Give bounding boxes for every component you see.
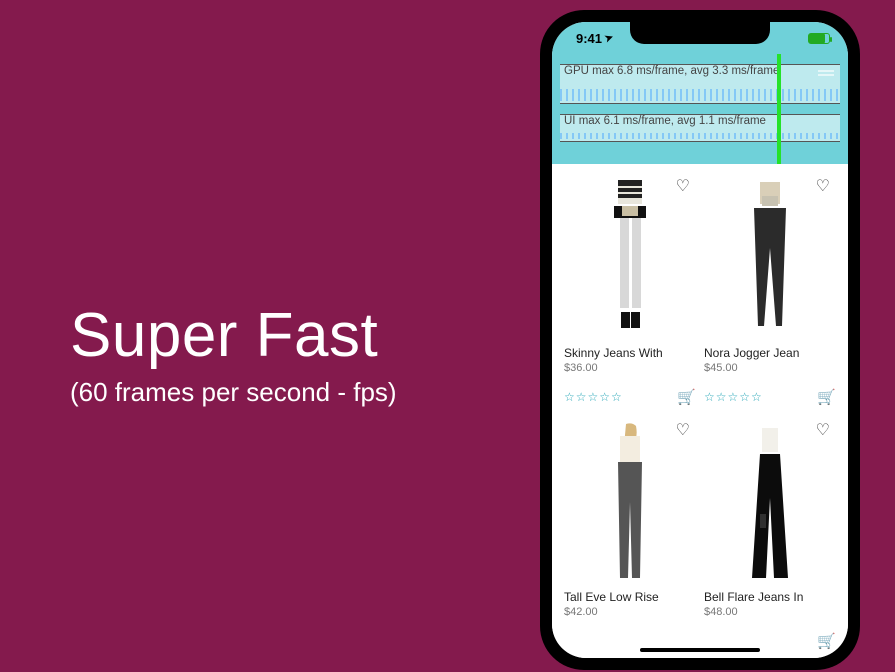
product-card[interactable]: ♡ Skinny Jeans With $36 xyxy=(560,170,700,414)
product-image[interactable]: ♡ xyxy=(704,174,836,342)
rating-stars[interactable]: ☆☆☆☆☆ xyxy=(564,390,623,404)
home-indicator xyxy=(640,648,760,652)
heart-icon[interactable]: ♡ xyxy=(676,176,690,196)
product-card[interactable]: ♡ Bell Flare Jeans In $48.00 🛒 xyxy=(700,414,840,658)
product-illustration xyxy=(592,422,668,582)
slide-subtitle: (60 frames per second - fps) xyxy=(70,377,397,408)
location-icon: ➤ xyxy=(603,31,615,44)
ui-stats-label: UI max 6.1 ms/frame, avg 1.1 ms/frame xyxy=(564,115,766,127)
heart-icon[interactable]: ♡ xyxy=(676,420,690,440)
product-title: Nora Jogger Jean xyxy=(704,346,836,360)
phone-notch xyxy=(630,22,770,44)
product-title: Skinny Jeans With xyxy=(564,346,696,360)
gpu-frame-row: GPU max 6.8 ms/frame, avg 3.3 ms/frame xyxy=(560,64,840,104)
phone-screen: 9:41 ➤ GPU max 6.8 ms/frame, avg 3.3 ms/… xyxy=(552,22,848,658)
add-to-cart-icon[interactable]: 🛒 xyxy=(677,388,696,406)
product-image[interactable]: ♡ xyxy=(564,174,696,342)
phone-frame: 9:41 ➤ GPU max 6.8 ms/frame, avg 3.3 ms/… xyxy=(540,10,860,670)
product-illustration xyxy=(592,178,668,338)
gpu-sparkline xyxy=(560,89,840,101)
heart-icon[interactable]: ♡ xyxy=(816,176,830,196)
ui-frame-row: UI max 6.1 ms/frame, avg 1.1 ms/frame xyxy=(560,114,840,142)
product-price: $48.00 xyxy=(704,606,836,618)
product-illustration xyxy=(732,422,808,582)
product-grid[interactable]: ♡ Skinny Jeans With $36 xyxy=(552,164,848,658)
slide-heading: Super Fast (60 frames per second - fps) xyxy=(70,300,397,408)
product-card[interactable]: ♡ Nora Jogger Jean $45.00 ☆☆☆☆☆ 🛒 xyxy=(700,170,840,414)
drag-handle-icon[interactable] xyxy=(818,68,834,78)
product-card[interactable]: ♡ Tall Eve Low Rise $42.00 xyxy=(560,414,700,658)
slide-title: Super Fast xyxy=(70,300,397,371)
product-image[interactable]: ♡ xyxy=(704,418,836,586)
product-title: Bell Flare Jeans In xyxy=(704,590,836,604)
product-image[interactable]: ♡ xyxy=(564,418,696,586)
rating-stars[interactable]: ☆☆☆☆☆ xyxy=(704,390,763,404)
status-time: 9:41 xyxy=(576,31,602,46)
heart-icon[interactable]: ♡ xyxy=(816,420,830,440)
product-price: $42.00 xyxy=(564,606,696,618)
product-illustration xyxy=(732,178,808,338)
add-to-cart-icon[interactable]: 🛒 xyxy=(817,388,836,406)
battery-icon xyxy=(808,33,830,44)
playhead-marker xyxy=(777,54,781,164)
product-title: Tall Eve Low Rise xyxy=(564,590,696,604)
product-price: $45.00 xyxy=(704,362,836,374)
gpu-stats-label: GPU max 6.8 ms/frame, avg 3.3 ms/frame xyxy=(564,65,779,77)
performance-overlay[interactable]: GPU max 6.8 ms/frame, avg 3.3 ms/frame U… xyxy=(552,54,848,164)
ui-sparkline xyxy=(560,133,840,139)
product-price: $36.00 xyxy=(564,362,696,374)
add-to-cart-icon[interactable]: 🛒 xyxy=(817,632,836,650)
